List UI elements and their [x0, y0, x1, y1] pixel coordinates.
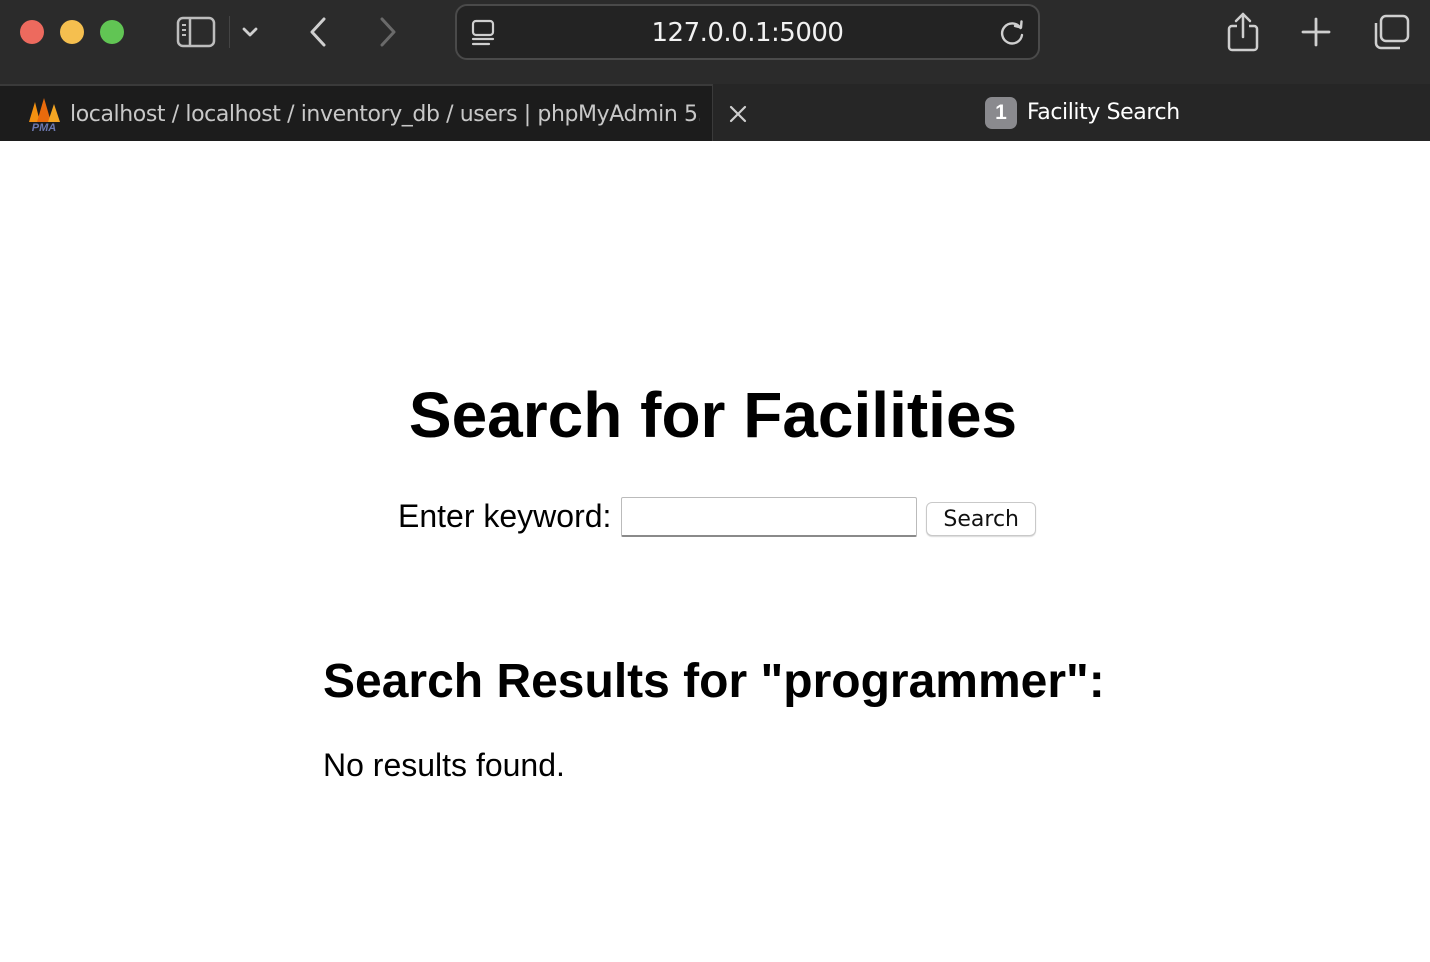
plus-icon[interactable]	[1296, 12, 1336, 52]
tab-title: localhost / localhost / inventory_db / u…	[70, 102, 700, 127]
page-content: Search for Facilities Enter keyword: Sea…	[0, 141, 1430, 962]
tab-bar: PMA localhost / localhost / inventory_db…	[0, 84, 1430, 141]
address-url[interactable]: 127.0.0.1:5000	[517, 18, 978, 48]
reload-icon[interactable]	[996, 18, 1028, 50]
search-form: Enter keyword: Search	[398, 493, 1037, 539]
keyword-input[interactable]	[621, 497, 918, 537]
toolbar-divider	[229, 16, 230, 48]
tab-phpmyadmin[interactable]: PMA localhost / localhost / inventory_db…	[0, 84, 713, 141]
no-results-message: No results found.	[323, 747, 565, 783]
forward-arrow-icon[interactable]	[368, 12, 408, 52]
phpmyadmin-logo-icon: PMA	[26, 98, 62, 134]
page-title: Search for Facilities	[408, 379, 1018, 451]
address-bar[interactable]: 127.0.0.1:5000	[455, 4, 1040, 60]
site-settings-icon[interactable]	[469, 18, 499, 48]
tab-badge: 1	[985, 97, 1017, 129]
browser-toolbar: 127.0.0.1:5000	[0, 0, 1430, 84]
back-arrow-icon[interactable]	[298, 12, 338, 52]
sidebar-icon[interactable]	[170, 10, 222, 54]
chevron-down-icon[interactable]	[236, 18, 264, 46]
results-heading: Search Results for "programmer":	[323, 655, 1105, 708]
share-icon[interactable]	[1222, 8, 1264, 56]
window-minimize-button[interactable]	[60, 20, 84, 44]
tab-overview-icon[interactable]	[1368, 10, 1414, 54]
window-close-button[interactable]	[20, 20, 44, 44]
tab-facility-search[interactable]: 1 Facility Search	[760, 84, 1430, 141]
close-icon[interactable]	[724, 100, 752, 128]
svg-text:PMA: PMA	[32, 122, 57, 132]
search-button[interactable]: Search	[926, 502, 1037, 536]
window-zoom-button[interactable]	[100, 20, 124, 44]
keyword-label: Enter keyword:	[398, 498, 612, 534]
tab-title: Facility Search	[1027, 100, 1180, 125]
